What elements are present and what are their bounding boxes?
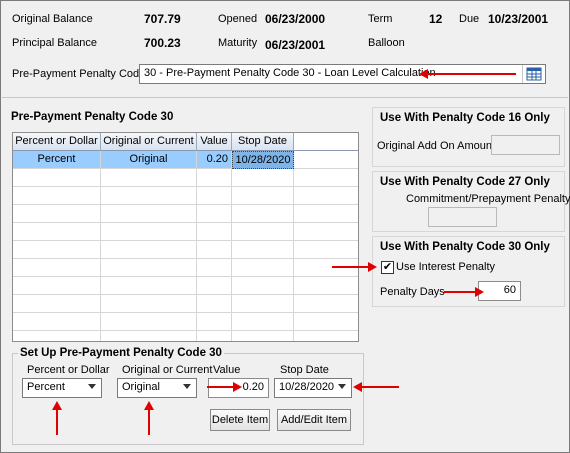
maturity-label: Maturity: [218, 37, 258, 49]
lookup-grid-icon[interactable]: [522, 65, 544, 83]
original-add-on-amount-label: Original Add On Amount: [377, 140, 496, 152]
cell-original: Original: [101, 151, 197, 169]
cell-stop-date: 10/28/2020: [232, 151, 294, 169]
annotation-arrow-percent: [52, 401, 62, 435]
penalty-items-grid[interactable]: Percent or Dollar Original or Current Va…: [12, 132, 359, 342]
column-header-stop-date[interactable]: Stop Date: [232, 133, 294, 151]
annotation-arrow-interest-penalty: [332, 262, 377, 272]
original-balance-value: 707.79: [144, 12, 181, 26]
principal-balance-value: 700.23: [144, 36, 181, 50]
term-label: Term: [368, 13, 393, 25]
annotation-arrow-value: [207, 382, 242, 392]
percent-or-dollar-select[interactable]: Percent: [22, 378, 102, 398]
penalty-days-value: 60: [503, 284, 516, 296]
penalty-days-label: Penalty Days: [380, 286, 445, 298]
chevron-down-icon: [183, 384, 191, 389]
percent-or-dollar-value: Percent: [27, 381, 65, 393]
loan-penalty-panel: Original Balance 707.79 Opened 06/23/200…: [0, 0, 570, 453]
column-header-empty: [294, 133, 358, 151]
cell-value: 0.20: [197, 151, 232, 169]
chevron-down-icon: [338, 384, 346, 389]
table-row[interactable]: Percent Original 0.20 10/28/2020: [13, 151, 358, 169]
term-value: 12: [429, 12, 443, 26]
annotation-arrow-stop-date: [353, 382, 399, 392]
original-balance-label: Original Balance: [12, 13, 93, 25]
divider: [2, 97, 568, 98]
chevron-down-icon: [88, 384, 96, 389]
balloon-label: Balloon: [368, 37, 405, 49]
grid-vline: [100, 169, 101, 341]
checkmark-icon: ✔: [382, 261, 393, 273]
principal-balance-label: Principal Balance: [12, 37, 97, 49]
stop-date-label: Stop Date: [280, 364, 329, 376]
delete-item-button[interactable]: Delete Item: [210, 409, 270, 431]
value-input-text: 0.20: [242, 381, 264, 393]
original-add-on-amount-input[interactable]: [491, 135, 560, 155]
column-header-value[interactable]: Value: [197, 133, 232, 151]
commitment-prepayment-input[interactable]: [428, 207, 497, 227]
due-label: Due: [459, 13, 480, 25]
code30-group-title: Pre-Payment Penalty Code 30: [11, 111, 174, 123]
penalty-code-label: Pre-Payment Penalty Code: [12, 68, 146, 80]
column-header-original[interactable]: Original or Current: [101, 133, 197, 151]
annotation-arrow-penalty-days: [444, 287, 484, 297]
maturity-value: 06/23/2001: [265, 38, 326, 52]
annotation-arrow-original: [144, 401, 154, 435]
original-or-current-value: Original: [122, 381, 160, 393]
opened-label: Opened: [218, 13, 258, 25]
code27-group-title: Use With Penalty Code 27 Only: [380, 176, 550, 188]
use-interest-penalty-checkbox[interactable]: ✔: [381, 261, 394, 274]
opened-value: 06/23/2000: [265, 12, 326, 26]
value-label: Value: [213, 364, 241, 376]
percent-or-dollar-label: Percent or Dollar: [27, 364, 110, 376]
penalty-days-input[interactable]: 60: [478, 281, 521, 301]
due-value: 10/23/2001: [488, 12, 549, 26]
use-interest-penalty-label[interactable]: Use Interest Penalty: [396, 261, 495, 273]
column-header-percent[interactable]: Percent or Dollar: [13, 133, 101, 151]
penalty-code-value: 30 - Pre-Payment Penalty Code 30 - Loan …: [144, 67, 436, 79]
commitment-prepayment-label: Commitment/Prepayment Penalty: [406, 193, 570, 205]
cell-percent: Percent: [13, 151, 101, 169]
cell-empty: [294, 151, 358, 169]
original-or-current-label: Original or Current: [122, 364, 213, 376]
grid-vline: [196, 169, 197, 341]
setup-group-title: Set Up Pre-Payment Penalty Code 30: [18, 347, 224, 359]
grid-vline: [293, 169, 294, 341]
grid-empty-rows: [13, 169, 358, 341]
add-edit-item-button[interactable]: Add/Edit Item: [277, 409, 351, 431]
stop-date-picker[interactable]: 10/28/2020: [274, 378, 352, 398]
code16-group-title: Use With Penalty Code 16 Only: [380, 112, 550, 124]
original-or-current-select[interactable]: Original: [117, 378, 197, 398]
grid-vline: [231, 169, 232, 341]
code30-only-group-title: Use With Penalty Code 30 Only: [380, 241, 550, 253]
annotation-arrow-penalty-code: [419, 69, 516, 79]
stop-date-value: 10/28/2020: [279, 381, 335, 393]
